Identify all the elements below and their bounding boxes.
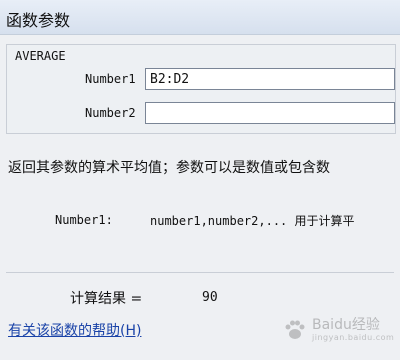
divider <box>6 272 394 273</box>
watermark-sub: jingyan.baidu.com <box>312 333 395 342</box>
result-label: 计算结果 = <box>70 291 143 307</box>
number2-label: Number2 <box>85 106 136 120</box>
number1-input[interactable] <box>145 68 395 90</box>
watermark-text: Baidu经验 <box>312 317 380 333</box>
function-arguments-dialog: 函数参数 AVERAGE Number1 Number2 返回其参数的算术平均值… <box>0 0 400 360</box>
result-value: 90 <box>202 290 218 305</box>
number1-label: Number1 <box>85 72 136 86</box>
function-help-link[interactable]: 有关该函数的帮助(H) <box>8 320 141 340</box>
argument-help-name: Number1: <box>55 213 113 227</box>
paw-icon <box>285 320 305 339</box>
title-bar: 函数参数 <box>0 0 400 35</box>
baidu-watermark: Baidu经验 jingyan.baidu.com <box>282 312 396 348</box>
function-description: 返回其参数的算术平均值；参数可以是数值或包含数 <box>8 160 330 176</box>
dialog-title: 函数参数 <box>6 11 71 30</box>
argument-help-text: number1,number2,... 用于计算平 <box>150 214 355 228</box>
function-name: AVERAGE <box>15 49 66 63</box>
number2-input[interactable] <box>145 102 395 124</box>
